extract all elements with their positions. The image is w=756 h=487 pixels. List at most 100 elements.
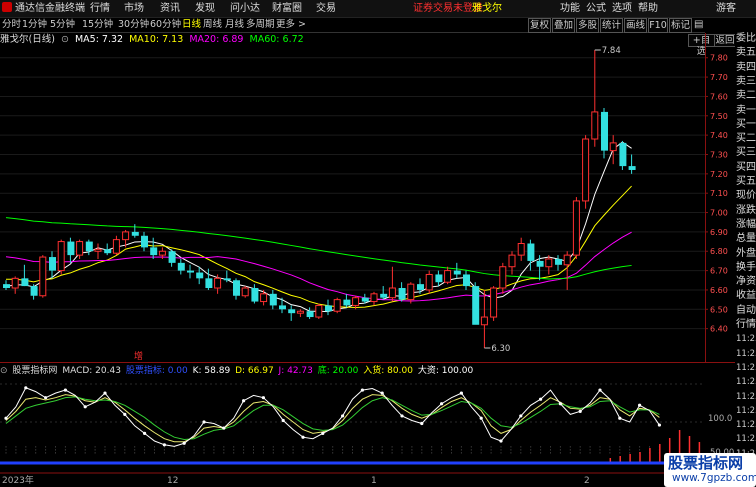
price-tick-label: 6.90 <box>710 228 728 237</box>
ind-axis-100: 100.0 <box>708 414 733 424</box>
quote-panel-label: 卖三 <box>736 75 756 87</box>
tool-overlay-button[interactable]: 叠加 <box>552 18 575 33</box>
guest-label[interactable]: 游客 <box>716 1 736 16</box>
period-monthly[interactable]: 月线 <box>225 18 244 32</box>
period-30min[interactable]: 30分钟 <box>118 18 149 32</box>
quote-panel-label: 卖一 <box>736 104 756 116</box>
settings-icon[interactable]: ⊙ <box>61 34 69 45</box>
menu-options[interactable]: 选项 <box>612 1 632 16</box>
period-60min[interactable]: 60分钟 <box>150 18 181 32</box>
date-label-year: 2023年 <box>2 476 34 486</box>
k-point <box>44 396 48 400</box>
quote-panel-label: 现价 <box>736 190 756 202</box>
candle-body <box>572 200 580 256</box>
candle-body <box>196 272 204 279</box>
quote-panel: 委比 卖五 卖四 卖三 卖二 卖一 买一 买二 买三 买四 买五 现价 涨跌 涨幅 总量 外盘 换手 净资 收益 自动… <box>735 33 756 475</box>
candle-body <box>388 287 396 299</box>
stock-indicator-label: 股票指标: 0.00 <box>125 366 188 376</box>
period-daily[interactable]: 日线 <box>182 18 201 32</box>
candle-body <box>67 241 75 256</box>
candle-body <box>241 287 249 297</box>
k-point <box>341 414 345 418</box>
quote-panel-label: 11:25 <box>736 405 756 416</box>
price-tick-label: 6.40 <box>710 325 728 334</box>
candle-body <box>104 249 112 254</box>
date-axis: 2023年 12 1 2 <box>0 475 756 487</box>
k-point <box>123 412 127 416</box>
period-minute[interactable]: 分时 <box>2 18 21 32</box>
candle-body <box>122 231 130 241</box>
period-multi[interactable]: 多周期 <box>246 18 275 32</box>
quote-panel-label: 净资 <box>736 276 756 288</box>
quote-panel-label: 买五 <box>736 176 756 187</box>
menu-ask[interactable]: 问小达 <box>230 1 260 16</box>
menu-help[interactable]: 帮助 <box>638 1 658 16</box>
quote-panel-label: 11:25 <box>736 434 756 445</box>
candle-body <box>57 241 65 272</box>
high-price-label: 7.84 <box>602 46 621 56</box>
candle-body <box>508 254 516 268</box>
period-15min[interactable]: 15分钟 <box>82 18 113 32</box>
bottom-label: 底: 20.00 <box>317 366 359 376</box>
watermark-title: 股票指标网 <box>668 454 744 472</box>
period-1min[interactable]: 1分钟 <box>22 18 47 32</box>
candle-body <box>158 250 166 256</box>
menu-trade[interactable]: 交易 <box>316 1 336 16</box>
tool-mark-button[interactable]: 标记 <box>669 18 692 33</box>
menu-discover[interactable]: 发现 <box>195 1 215 16</box>
k-point <box>638 403 642 407</box>
quote-panel-label: 换手 <box>736 261 756 273</box>
candle-body <box>545 258 553 268</box>
price-tick-label: 7.40 <box>710 131 728 140</box>
quote-panel-label: 买一 <box>736 118 756 130</box>
menu-market[interactable]: 行情 <box>90 1 110 16</box>
menu-wealth[interactable]: 财富圈 <box>272 1 302 16</box>
indicator-chart[interactable] <box>0 378 705 474</box>
candle-body <box>628 166 636 170</box>
candle-body <box>296 310 304 314</box>
k-point <box>182 441 186 445</box>
k-point <box>519 414 523 418</box>
quote-panel-label: 自动 <box>736 304 756 316</box>
j-line <box>5 394 660 443</box>
menu-function[interactable]: 功能 <box>560 1 580 16</box>
k-point <box>618 416 622 420</box>
tool-stats-button[interactable]: 统计 <box>600 18 623 33</box>
tool-multi-stock-button[interactable]: 多股 <box>576 18 599 33</box>
candle-body <box>591 111 599 140</box>
tool-adjust-button[interactable]: 复权 <box>528 18 551 33</box>
period-weekly[interactable]: 周线 <box>203 18 222 32</box>
quote-panel-label: 买二 <box>736 133 756 145</box>
tool-draw-button[interactable]: 画线 <box>624 18 647 33</box>
candle-body <box>269 293 277 306</box>
ma10-line <box>6 185 632 309</box>
k-point <box>242 399 246 403</box>
candlestick-chart[interactable]: 7.84 6.30 <box>0 46 705 361</box>
k-point <box>360 388 364 392</box>
price-tick-label: 7.10 <box>710 189 728 198</box>
candle-body <box>463 274 470 287</box>
menu-exchange[interactable]: 市场 <box>124 1 144 16</box>
k-point <box>222 426 226 430</box>
period-5min[interactable]: 5分钟 <box>50 18 75 32</box>
price-tick-label: 6.80 <box>710 247 728 256</box>
k-point <box>24 386 28 390</box>
price-tick-label: 6.60 <box>710 286 728 295</box>
menu-news[interactable]: 资讯 <box>160 1 180 16</box>
collapse-icon[interactable]: ▤ <box>694 18 703 32</box>
candle-body <box>325 305 332 312</box>
k-point <box>162 443 166 447</box>
k-point <box>321 431 325 435</box>
indicator-name[interactable]: 股票指标网 <box>12 366 57 376</box>
candle-body <box>168 251 176 263</box>
candle-body <box>499 266 507 289</box>
menu-formula[interactable]: 公式 <box>586 1 606 16</box>
candle-body <box>205 278 213 289</box>
candle-body <box>251 288 259 302</box>
k-point <box>261 396 265 400</box>
period-more[interactable]: 更多 > <box>276 18 306 32</box>
tool-f10-button[interactable]: F10 <box>648 18 668 33</box>
indicator-settings-icon[interactable]: ⊙ <box>0 366 8 376</box>
candle-body <box>39 256 47 297</box>
quote-panel-label: 11:25 <box>736 362 756 373</box>
